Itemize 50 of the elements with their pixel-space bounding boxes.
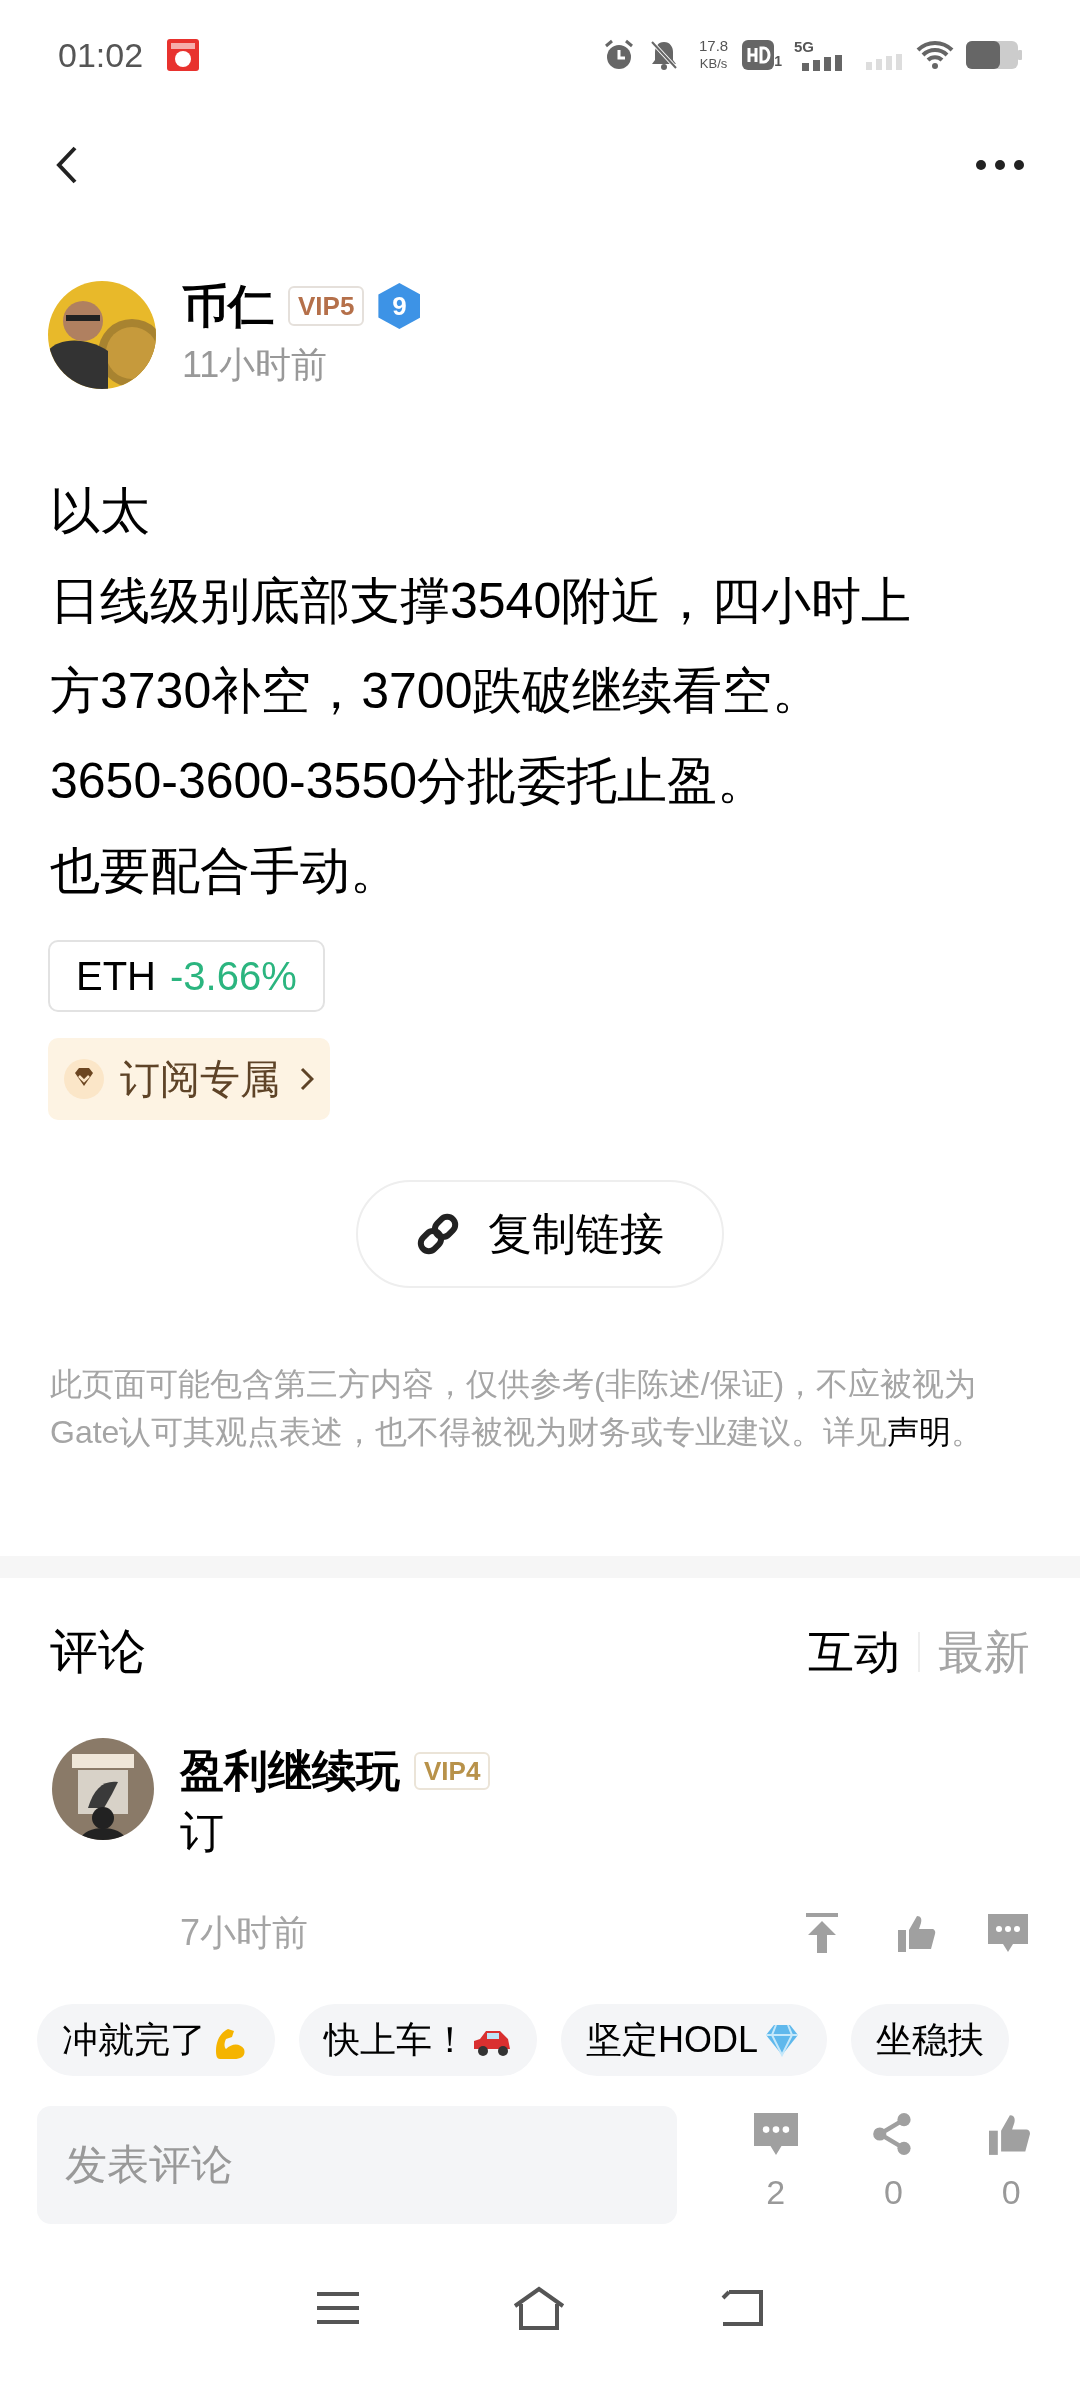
- comment-input-field[interactable]: 发表评论: [37, 2106, 677, 2224]
- network-speed-value: 17.8: [699, 37, 729, 55]
- muted-bell-icon: [649, 39, 679, 71]
- menu-icon[interactable]: [315, 2290, 361, 2326]
- hd-icon: [742, 40, 775, 70]
- comments-title: 评论: [50, 1624, 146, 1680]
- comment-time: 7小时前: [180, 1911, 310, 1955]
- action-count: 0: [1001, 2171, 1021, 2213]
- network-type-label: 5G: [794, 39, 815, 55]
- statement-link[interactable]: 声明: [887, 1414, 952, 1450]
- post-text: 3650-3600-3550分批委托止盈。: [50, 752, 768, 811]
- comment-text: 订: [180, 1806, 225, 1858]
- action-count: 2: [766, 2171, 786, 2213]
- vip-badge: VIP5: [288, 286, 365, 326]
- copy-link-button[interactable]: 复制链接: [356, 1180, 724, 1288]
- action-count: 0: [884, 2171, 903, 2213]
- hd-sub-label: 1: [774, 52, 782, 71]
- commenter-name: 盈利继续玩: [180, 1745, 400, 1797]
- alarm-icon: [603, 39, 635, 71]
- post-text: 以太: [50, 482, 151, 541]
- wifi-icon: [916, 40, 954, 70]
- level-badge: 9: [378, 283, 421, 329]
- post-text: 也要配合手动。: [50, 842, 401, 901]
- subscribe-button[interactable]: 订阅专属: [48, 1038, 330, 1120]
- vip-badge: VIP4: [414, 1752, 491, 1790]
- comment-icon[interactable]: [988, 1914, 1028, 1952]
- gem-icon: [64, 1059, 104, 1099]
- comment-icon[interactable]: [753, 2112, 798, 2155]
- disclaimer-text: 此页面可能包含第三方内容，仅供参考(非陈述/保证)，不应被视为Gate认可其观点表述，也不得被视为财务或专业建议。详见声明。: [49, 1365, 985, 1452]
- quick-reply-chip[interactable]: 冲就完了: [37, 2004, 275, 2076]
- thumbs-up-icon[interactable]: [898, 1914, 936, 1952]
- back-icon[interactable]: [55, 145, 79, 185]
- chevron-right-icon: [300, 1067, 314, 1091]
- quick-reply-chip[interactable]: 坐稳扶: [851, 2004, 1010, 2076]
- network-speed-unit: KB/s: [699, 55, 728, 73]
- status-time: 01:02: [58, 34, 144, 76]
- link-icon: [416, 1212, 460, 1256]
- weak-signal-icon: [866, 54, 902, 70]
- home-icon[interactable]: [511, 2286, 567, 2330]
- ticker-chip[interactable]: ETH -3.66%: [48, 940, 325, 1012]
- post-time: 11小时前: [182, 343, 329, 387]
- author-name: 币仁: [182, 279, 274, 334]
- post-text: 日线级别底部支撑3540附近，四小时上方3730补空，3700跌破继续看空。: [50, 572, 913, 721]
- sort-tab[interactable]: 互动: [808, 1617, 900, 1687]
- more-icon[interactable]: [975, 159, 1025, 171]
- quick-reply-chip[interactable]: 快上车！: [299, 2004, 537, 2076]
- app-notification-icon: [167, 39, 200, 71]
- pin-to-top-icon[interactable]: [804, 1913, 840, 1953]
- quick-reply-chip[interactable]: 坚定HODL: [561, 2004, 828, 2076]
- battery-icon: [966, 41, 1022, 69]
